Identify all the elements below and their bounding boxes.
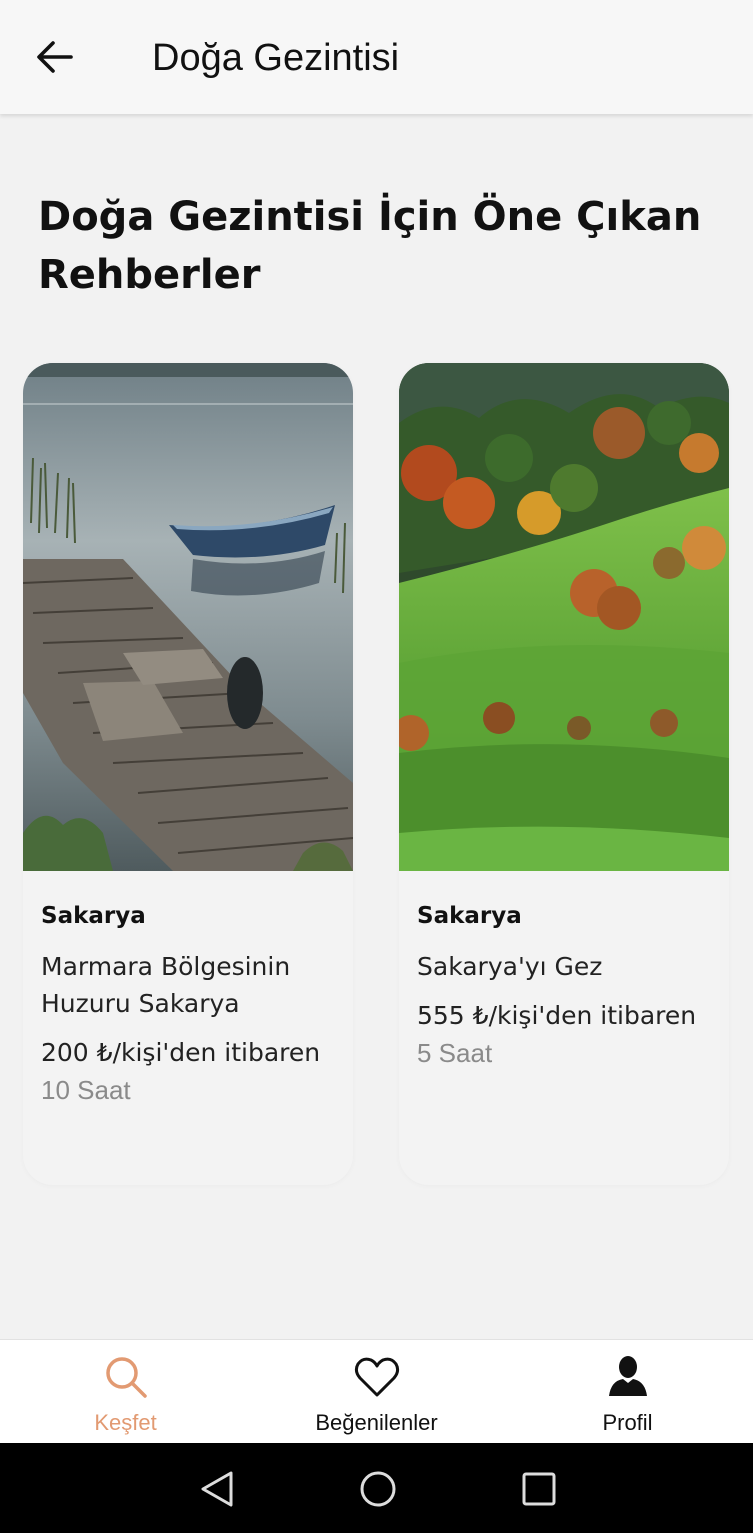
- nav-label: Beğenilenler: [315, 1410, 438, 1435]
- card-image-green-hills: [399, 363, 729, 871]
- card-body: Sakarya Sakarya'yı Gez 555 ₺/kişi'den it…: [417, 898, 717, 1072]
- section-title: Doğa Gezintisi İçin Öne Çıkan Rehberler: [38, 194, 702, 298]
- nav-label: Profil: [602, 1410, 653, 1435]
- nav-item-profil[interactable]: Profil: [502, 1340, 753, 1444]
- card-city: Sakarya: [41, 903, 146, 929]
- card-duration: 5 Saat: [417, 1038, 493, 1068]
- bottom-navigation: Keşfet Beğenilenler Profil: [0, 1339, 753, 1444]
- nav-label: Keşfet: [94, 1410, 157, 1435]
- arrow-left-icon: [37, 41, 73, 73]
- guide-card[interactable]: Sakarya Sakarya'yı Gez 555 ₺/kişi'den it…: [399, 363, 729, 1185]
- card-city: Sakarya: [417, 903, 522, 929]
- home-circle-icon[interactable]: [354, 1465, 402, 1513]
- nav-item-begenilenler[interactable]: Beğenilenler: [251, 1340, 502, 1444]
- card-title: Marmara Bölgesinin Huzuru Sakarya: [41, 952, 291, 1018]
- card-body: Sakarya Marmara Bölgesinin Huzuru Sakary…: [41, 898, 341, 1109]
- card-price: 200 ₺/kişi'den itibaren: [41, 1038, 321, 1067]
- app-bar: Doğa Gezintisi: [0, 0, 753, 114]
- recents-square-icon[interactable]: [515, 1465, 563, 1513]
- back-button[interactable]: [28, 30, 82, 84]
- nav-item-kesfet[interactable]: Keşfet: [0, 1340, 251, 1444]
- person-icon: [608, 1356, 647, 1396]
- system-nav-bar: [0, 1443, 753, 1533]
- card-duration: 10 Saat: [41, 1075, 131, 1105]
- card-price: 555 ₺/kişi'den itibaren: [417, 1001, 697, 1030]
- search-icon: [105, 1357, 147, 1398]
- card-title: Sakarya'yı Gez: [417, 952, 603, 981]
- guide-card[interactable]: Sakarya Marmara Bölgesinin Huzuru Sakary…: [23, 363, 353, 1185]
- card-image-lake-dock: [23, 363, 353, 871]
- heart-icon: [354, 1357, 399, 1397]
- page-title: Doğa Gezintisi: [152, 37, 400, 79]
- back-triangle-icon[interactable]: [193, 1465, 241, 1513]
